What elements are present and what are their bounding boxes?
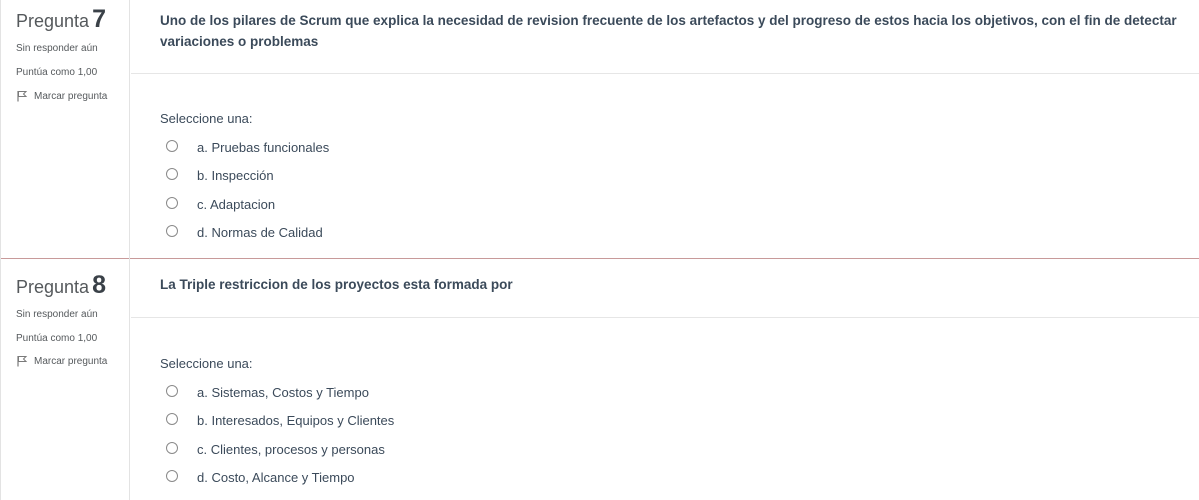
question-grade: Puntúa como 1,00 bbox=[16, 333, 98, 344]
flag-question-button[interactable]: Marcar pregunta bbox=[16, 355, 107, 367]
answer-option-label: d. Costo, Alcance y Tiempo bbox=[197, 470, 355, 486]
question-number: 8 bbox=[92, 271, 106, 299]
question-label: Pregunta bbox=[16, 11, 90, 31]
question-state: Sin responder aún bbox=[16, 309, 98, 320]
divider bbox=[131, 317, 1199, 318]
answer-option-label: d. Normas de Calidad bbox=[197, 225, 323, 241]
question-content: La Triple restriccion de los proyectos e… bbox=[131, 258, 1199, 500]
answer-options: a. Sistemas, Costos y Tiempo b. Interesa… bbox=[166, 378, 394, 492]
answer-prompt: Seleccione una: bbox=[160, 356, 253, 371]
flag-icon bbox=[17, 356, 28, 367]
question-content: Uno de los pilares de Scrum que explica … bbox=[131, 0, 1199, 258]
question-7: Pregunta 7 Sin responder aún Puntúa como … bbox=[0, 0, 1199, 258]
radio-button-icon[interactable] bbox=[166, 384, 178, 397]
radio-button-icon[interactable] bbox=[166, 168, 178, 181]
radio-button-icon[interactable] bbox=[166, 470, 178, 483]
question-state: Sin responder aún bbox=[16, 43, 98, 54]
flag-question-label: Marcar pregunta bbox=[34, 90, 108, 102]
question-info-panel: Pregunta 8 Sin responder aún Puntúa como … bbox=[0, 258, 130, 500]
question-text: La Triple restriccion de los proyectos e… bbox=[160, 277, 513, 292]
question-title: Pregunta 8 bbox=[16, 271, 106, 300]
question-title: Pregunta 7 bbox=[16, 5, 106, 34]
flag-question-label: Marcar pregunta bbox=[34, 355, 108, 367]
flag-icon bbox=[17, 91, 28, 102]
radio-button-icon[interactable] bbox=[166, 413, 178, 426]
answer-option-label: a. Sistemas, Costos y Tiempo bbox=[197, 384, 369, 400]
answer-option-d[interactable]: d. Costo, Alcance y Tiempo bbox=[166, 464, 394, 493]
radio-button-icon[interactable] bbox=[166, 139, 178, 152]
answer-prompt: Seleccione una: bbox=[160, 111, 253, 126]
answer-option-a[interactable]: a. Sistemas, Costos y Tiempo bbox=[166, 378, 394, 407]
radio-button-icon[interactable] bbox=[166, 196, 178, 209]
answer-option-label: c. Clientes, procesos y personas bbox=[197, 441, 385, 457]
radio-button-icon[interactable] bbox=[166, 225, 178, 238]
answer-option-a[interactable]: a. Pruebas funcionales bbox=[166, 133, 329, 162]
answer-option-b[interactable]: b. Inspección bbox=[166, 162, 329, 191]
quiz-page: Pregunta 7 Sin responder aún Puntúa como … bbox=[0, 0, 1199, 500]
answer-option-label: a. Pruebas funcionales bbox=[197, 139, 330, 155]
flag-question-button[interactable]: Marcar pregunta bbox=[16, 90, 107, 102]
question-label: Pregunta bbox=[16, 277, 90, 297]
question-8: Pregunta 8 Sin responder aún Puntúa como … bbox=[0, 258, 1199, 500]
answer-options: a. Pruebas funcionales b. Inspección c. … bbox=[166, 133, 329, 247]
divider bbox=[131, 73, 1199, 74]
answer-option-label: b. Inspección bbox=[197, 168, 274, 184]
answer-option-c[interactable]: c. Clientes, procesos y personas bbox=[166, 435, 394, 464]
answer-option-d[interactable]: d. Normas de Calidad bbox=[166, 219, 329, 248]
question-number: 7 bbox=[92, 5, 106, 33]
question-info-panel: Pregunta 7 Sin responder aún Puntúa como … bbox=[0, 0, 130, 258]
answer-option-c[interactable]: c. Adaptacion bbox=[166, 190, 329, 219]
answer-option-label: b. Interesados, Equipos y Clientes bbox=[197, 413, 395, 429]
question-text: Uno de los pilares de Scrum que explica … bbox=[160, 13, 1177, 49]
answer-option-b[interactable]: b. Interesados, Equipos y Clientes bbox=[166, 407, 394, 436]
answer-option-label: c. Adaptacion bbox=[197, 196, 276, 212]
question-grade: Puntúa como 1,00 bbox=[16, 67, 98, 78]
radio-button-icon[interactable] bbox=[166, 441, 178, 454]
